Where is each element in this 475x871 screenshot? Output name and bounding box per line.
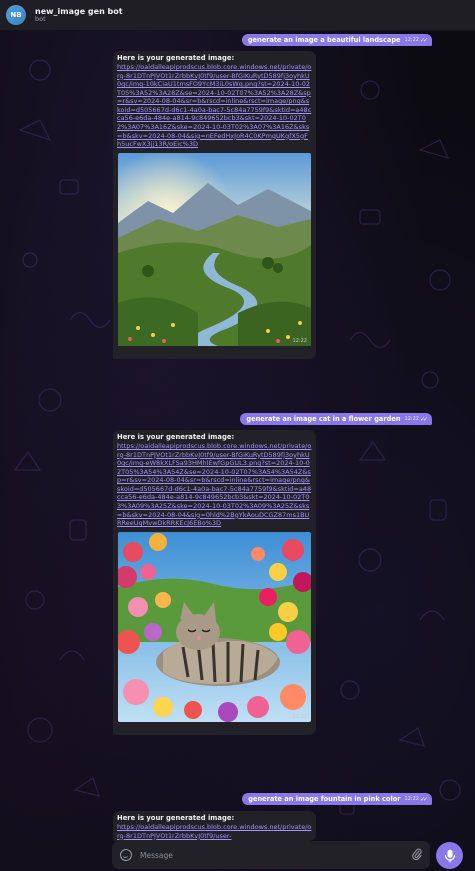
- message-time: 12:22: [292, 337, 307, 344]
- incoming-message[interactable]: Here is your generated image: https://oa…: [113, 430, 316, 735]
- microphone-button[interactable]: [436, 842, 463, 869]
- message-title: Here is your generated image:: [117, 814, 235, 822]
- bot-avatar[interactable]: NB: [6, 5, 26, 25]
- message-text: generate an image cat in a flower garden: [246, 415, 401, 423]
- image-link[interactable]: https://oaidalleapiprodscus.blob.core.wi…: [116, 63, 313, 149]
- read-checks-icon: ✓✓: [419, 795, 428, 803]
- message-composer[interactable]: [112, 841, 430, 869]
- message-time: 12:22: [404, 796, 419, 802]
- message-time: 12:22: [292, 713, 307, 720]
- read-checks-icon: ✓✓: [419, 415, 428, 423]
- message-input[interactable]: [140, 850, 412, 860]
- chat-subtitle: bot: [35, 14, 46, 23]
- microphone-icon: [444, 849, 455, 863]
- paperclip-icon[interactable]: [412, 847, 422, 863]
- outgoing-message[interactable]: generate an image fountain in pink color…: [242, 793, 432, 805]
- image-link[interactable]: https://oaidalleapiprodscus.blob.core.wi…: [116, 442, 313, 528]
- chat-title: new_image gen bot: [35, 6, 123, 16]
- generated-image-landscape[interactable]: 12:22: [118, 152, 311, 346]
- image-link[interactable]: https://oaidalleapiprodscus.blob.core.wi…: [116, 823, 313, 840]
- message-list[interactable]: generate an image a beautiful landscape …: [0, 31, 475, 841]
- chat-header[interactable]: NB new_image gen bot bot: [0, 0, 475, 31]
- generated-image-cat-garden[interactable]: 12:22: [118, 531, 311, 722]
- message-title: Here is your generated image:: [117, 433, 235, 441]
- message-title: Here is your generated image:: [117, 54, 235, 62]
- read-checks-icon: ✓✓: [419, 36, 428, 44]
- outgoing-message[interactable]: generate an image a beautiful landscape …: [241, 34, 432, 46]
- outgoing-message[interactable]: generate an image cat in a flower garden…: [240, 413, 432, 425]
- incoming-message[interactable]: Here is your generated image: https://oa…: [113, 51, 316, 359]
- incoming-message[interactable]: Here is your generated image: https://oa…: [113, 811, 316, 841]
- message-time: 12:22: [404, 416, 419, 422]
- smile-icon[interactable]: [120, 849, 132, 861]
- message-text: generate an image a beautiful landscape: [247, 36, 401, 44]
- message-text: generate an image fountain in pink color: [248, 795, 401, 803]
- message-time: 12:22: [404, 37, 419, 43]
